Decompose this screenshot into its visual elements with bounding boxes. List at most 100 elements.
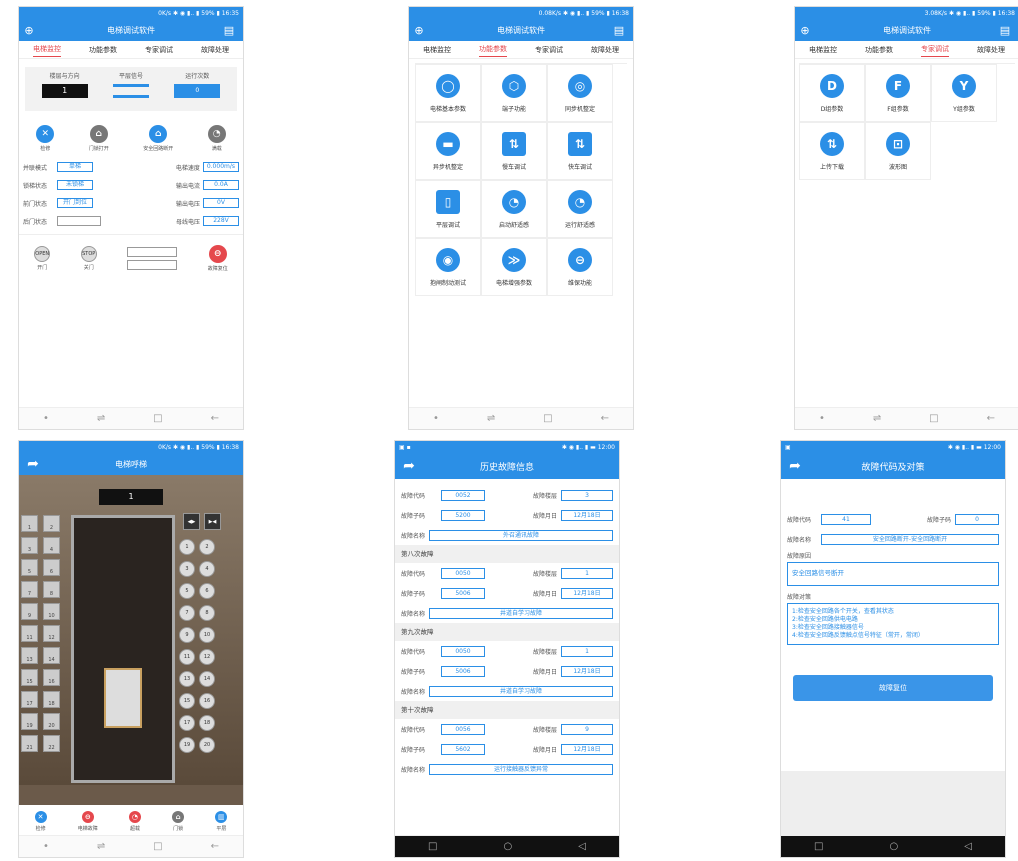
car-call-button[interactable]: 1 xyxy=(21,515,38,532)
bluetooth-icon[interactable]: ⊕ xyxy=(795,20,815,40)
landing-call-button[interactable]: 9 xyxy=(179,627,195,643)
nav-switch-icon[interactable]: ⇌ xyxy=(97,841,105,852)
nav-home-icon[interactable]: □ xyxy=(543,413,552,424)
car-call-button[interactable]: 20 xyxy=(43,713,60,730)
grid-item[interactable]: ≫ 电梯增强参数 xyxy=(481,238,547,296)
car-call-button[interactable]: 16 xyxy=(43,669,60,686)
tab-monitor[interactable]: 电梯监控 xyxy=(809,43,837,57)
nav-dot-icon[interactable]: • xyxy=(43,841,49,852)
bluetooth-icon[interactable]: ⊕ xyxy=(409,20,429,40)
grid-item[interactable]: ▯ 平层调试 xyxy=(415,180,481,238)
car-call-button[interactable]: 3 xyxy=(21,537,38,554)
tab-expert[interactable]: 专家调试 xyxy=(145,43,173,57)
landing-call-button[interactable]: 19 xyxy=(179,737,195,753)
grid-item[interactable]: ⊖ 维保功能 xyxy=(547,238,613,296)
tab-monitor[interactable]: 电梯监控 xyxy=(423,43,451,57)
tab-fault[interactable]: 故障处理 xyxy=(591,43,619,57)
landing-call-button[interactable]: 16 xyxy=(199,693,215,709)
tab-fault[interactable]: 故障处理 xyxy=(977,43,1005,57)
nav-back-icon[interactable]: ← xyxy=(601,413,609,424)
landing-call-button[interactable]: 11 xyxy=(179,649,195,665)
tab-fault[interactable]: 故障处理 xyxy=(201,43,229,57)
landing-call-button[interactable]: 1 xyxy=(179,539,195,555)
car-call-button[interactable]: 22 xyxy=(43,735,60,752)
car-call-button[interactable]: 7 xyxy=(21,581,38,598)
back-arrow-icon[interactable]: ➦ xyxy=(23,454,43,474)
nav-home-icon[interactable]: □ xyxy=(929,413,938,424)
landing-call-button[interactable]: 7 xyxy=(179,605,195,621)
tab-monitor[interactable]: 电梯监控 xyxy=(33,42,61,57)
landing-call-button[interactable]: 18 xyxy=(199,715,215,731)
car-call-button[interactable]: 6 xyxy=(43,559,60,576)
nav-home-icon[interactable]: ○ xyxy=(890,841,899,852)
nav-dot-icon[interactable]: • xyxy=(433,413,439,424)
nav-recent-icon[interactable]: □ xyxy=(428,841,437,852)
tab-params[interactable]: 功能参数 xyxy=(479,42,507,57)
grid-item[interactable]: ◔ 启动舒适感 xyxy=(481,180,547,238)
grid-item[interactable]: ⬡ 端子功能 xyxy=(481,64,547,122)
close-door-icon[interactable]: ▶◀ xyxy=(204,513,221,530)
landing-call-button[interactable]: 5 xyxy=(179,583,195,599)
grid-item[interactable]: ⇅ 快车调试 xyxy=(547,122,613,180)
grid-item[interactable]: Y Y组参数 xyxy=(931,64,997,122)
tab-expert[interactable]: 专家调试 xyxy=(535,43,563,57)
nav-back-icon[interactable]: ← xyxy=(211,413,219,424)
landing-call-button[interactable]: 6 xyxy=(199,583,215,599)
open-door-icon[interactable]: ◀▶ xyxy=(183,513,200,530)
menu-icon[interactable]: ▤ xyxy=(995,20,1015,40)
tab-params[interactable]: 功能参数 xyxy=(89,43,117,57)
car-call-button[interactable]: 12 xyxy=(43,625,60,642)
nav-back-icon[interactable]: ◁ xyxy=(578,841,586,852)
landing-call-button[interactable]: 13 xyxy=(179,671,195,687)
nav-home-icon[interactable]: □ xyxy=(153,413,162,424)
car-call-button[interactable]: 19 xyxy=(21,713,38,730)
open-door-button[interactable]: OPEN 开门 xyxy=(34,246,51,271)
car-call-button[interactable]: 18 xyxy=(43,691,60,708)
landing-call-button[interactable]: 10 xyxy=(199,627,215,643)
nav-home-icon[interactable]: ○ xyxy=(504,841,513,852)
car-call-button[interactable]: 11 xyxy=(21,625,38,642)
back-arrow-icon[interactable]: ➦ xyxy=(785,456,805,476)
landing-call-button[interactable]: 12 xyxy=(199,649,215,665)
car-call-button[interactable]: 9 xyxy=(21,603,38,620)
grid-item[interactable]: ⇅ 慢车调试 xyxy=(481,122,547,180)
grid-item[interactable]: ⊡ 波形图 xyxy=(865,122,931,180)
car-call-button[interactable]: 2 xyxy=(43,515,60,532)
car-call-button[interactable]: 21 xyxy=(21,735,38,752)
tab-expert[interactable]: 专家调试 xyxy=(921,42,949,57)
car-call-button[interactable]: 10 xyxy=(43,603,60,620)
nav-recent-icon[interactable]: □ xyxy=(814,841,823,852)
nav-dot-icon[interactable]: • xyxy=(819,413,825,424)
landing-call-button[interactable]: 2 xyxy=(199,539,215,555)
landing-call-button[interactable]: 3 xyxy=(179,561,195,577)
menu-icon[interactable]: ▤ xyxy=(609,20,629,40)
menu-icon[interactable]: ▤ xyxy=(219,20,239,40)
car-call-button[interactable]: 14 xyxy=(43,647,60,664)
back-arrow-icon[interactable]: ➦ xyxy=(399,456,419,476)
grid-item[interactable]: ◉ 抱闸制动测试 xyxy=(415,238,481,296)
landing-call-button[interactable]: 8 xyxy=(199,605,215,621)
grid-item[interactable]: ◔ 运行舒适感 xyxy=(547,180,613,238)
landing-call-button[interactable]: 14 xyxy=(199,671,215,687)
car-call-button[interactable]: 15 xyxy=(21,669,38,686)
nav-dot-icon[interactable]: • xyxy=(43,413,49,424)
fault-reset-button[interactable]: 故障复位 xyxy=(793,675,993,701)
nav-switch-icon[interactable]: ⇌ xyxy=(97,413,105,424)
nav-switch-icon[interactable]: ⇌ xyxy=(487,413,495,424)
car-call-button[interactable]: 4 xyxy=(43,537,60,554)
grid-item[interactable]: ▬ 异步机整定 xyxy=(415,122,481,180)
car-call-button[interactable]: 17 xyxy=(21,691,38,708)
car-call-button[interactable]: 5 xyxy=(21,559,38,576)
tab-params[interactable]: 功能参数 xyxy=(865,43,893,57)
nav-back-icon[interactable]: ← xyxy=(987,413,995,424)
grid-item[interactable]: ◎ 同步机整定 xyxy=(547,64,613,122)
landing-call-button[interactable]: 15 xyxy=(179,693,195,709)
car-call-button[interactable]: 13 xyxy=(21,647,38,664)
grid-item[interactable]: ⇅ 上传下载 xyxy=(799,122,865,180)
nav-back-icon[interactable]: ← xyxy=(211,841,219,852)
bluetooth-icon[interactable]: ⊕ xyxy=(19,20,39,40)
landing-call-button[interactable]: 4 xyxy=(199,561,215,577)
grid-item[interactable]: ◯ 电梯基本参数 xyxy=(415,64,481,122)
nav-switch-icon[interactable]: ⇌ xyxy=(873,413,881,424)
close-door-button[interactable]: STOP 关门 xyxy=(80,246,97,271)
